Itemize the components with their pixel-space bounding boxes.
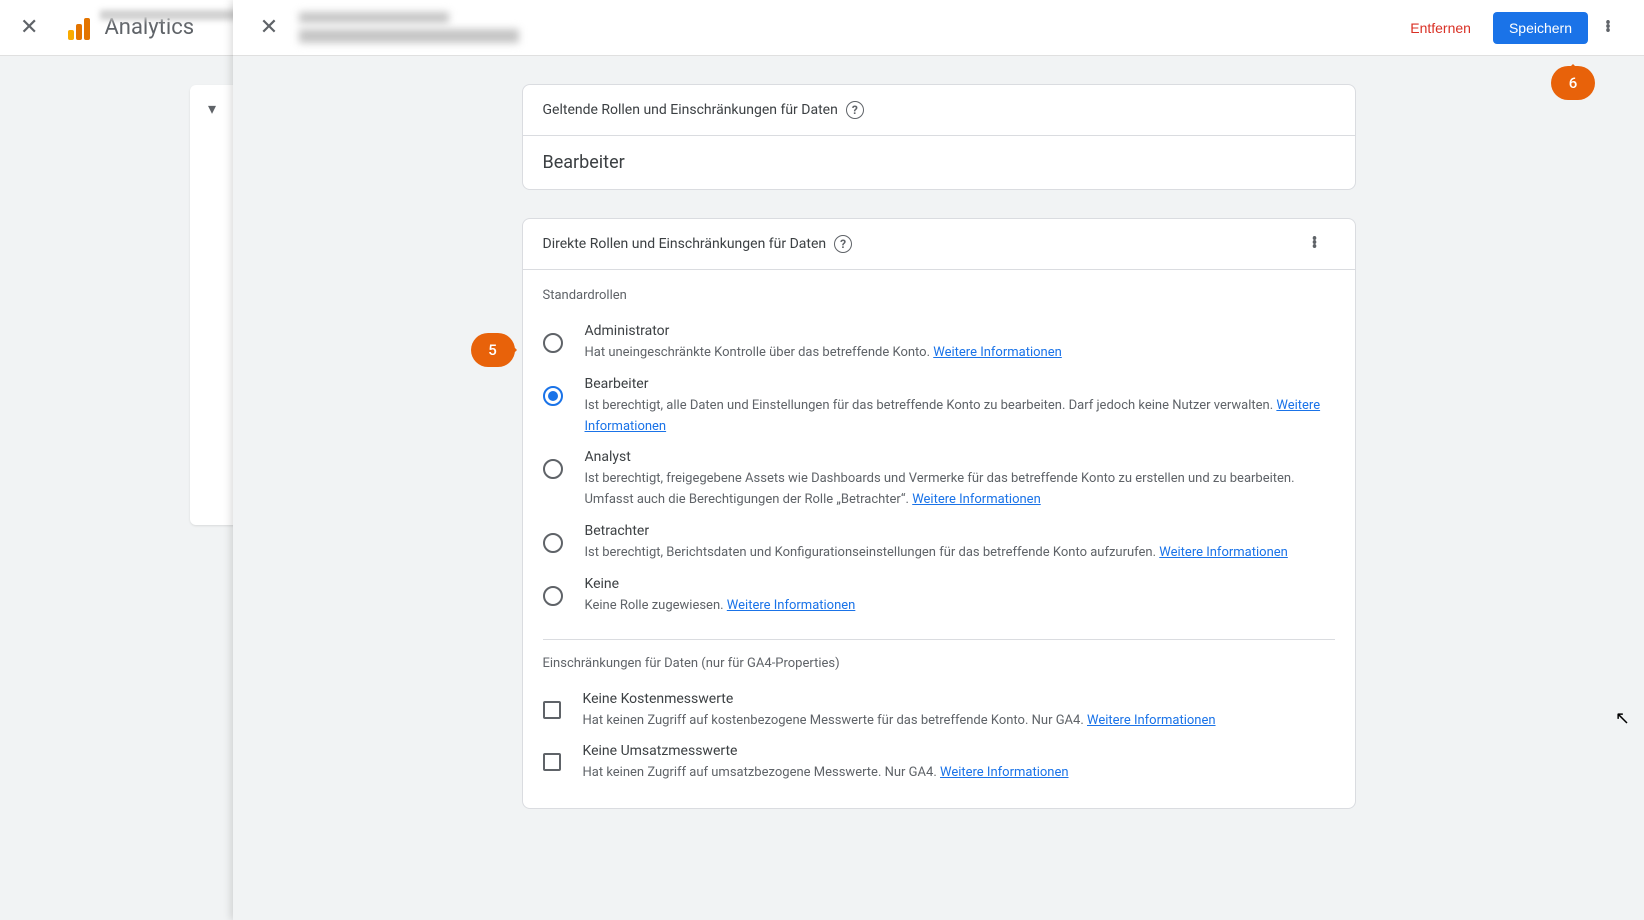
- close-icon[interactable]: ✕: [20, 15, 38, 40]
- help-icon[interactable]: ?: [846, 101, 864, 119]
- more-info-link[interactable]: Weitere Informationen: [912, 492, 1041, 507]
- role-name: Administrator: [585, 323, 1335, 339]
- direct-roles-title: Direkte Rollen und Einschränkungen für D…: [543, 236, 827, 252]
- role-desc: Hat uneingeschränkte Kontrolle über das …: [585, 343, 1335, 364]
- more-info-link[interactable]: Weitere Informationen: [1159, 545, 1288, 560]
- restriction-option-kosten[interactable]: Keine Kostenmesswerte Hat keinen Zugriff…: [543, 685, 1335, 738]
- radio-icon[interactable]: [543, 586, 563, 606]
- radio-icon[interactable]: [543, 459, 563, 479]
- divider: [543, 639, 1335, 640]
- callout-marker-6: 6: [1551, 66, 1595, 100]
- role-name: Betrachter: [585, 523, 1335, 539]
- more-info-link[interactable]: Weitere Informationen: [1087, 713, 1216, 728]
- role-desc: Ist berechtigt, Berichtsdaten und Konfig…: [585, 543, 1335, 564]
- role-name: Keine: [585, 576, 1335, 592]
- role-option-administrator[interactable]: Administrator Hat uneingeschränkte Kontr…: [543, 317, 1335, 370]
- more-info-link[interactable]: Weitere Informationen: [940, 765, 1069, 780]
- restriction-name: Keine Umsatzmesswerte: [583, 743, 1335, 759]
- standard-roles-label: Standardrollen: [543, 288, 1335, 303]
- blurred-title-area: [299, 12, 1396, 43]
- remove-button[interactable]: Entfernen: [1396, 12, 1485, 44]
- more-menu-icon[interactable]: •••: [1295, 238, 1335, 250]
- more-menu-icon[interactable]: •••: [1588, 22, 1628, 34]
- effective-role-value: Bearbeiter: [543, 152, 625, 173]
- role-name: Analyst: [585, 449, 1335, 465]
- restrictions-label: Einschränkungen für Daten (nur für GA4-P…: [543, 656, 1335, 671]
- direct-roles-card: Direkte Rollen und Einschränkungen für D…: [522, 218, 1356, 809]
- role-option-betrachter[interactable]: Betrachter Ist berechtigt, Berichtsdaten…: [543, 517, 1335, 570]
- close-icon[interactable]: ✕: [249, 15, 289, 40]
- role-desc: Ist berechtigt, freigegebene Assets wie …: [585, 469, 1335, 511]
- role-option-analyst[interactable]: Analyst Ist berechtigt, freigegebene Ass…: [543, 443, 1335, 517]
- role-option-keine[interactable]: Keine Keine Rolle zugewiesen. Weitere In…: [543, 570, 1335, 623]
- modal-header: ✕ Entfernen Speichern •••: [233, 0, 1644, 56]
- radio-icon[interactable]: [543, 333, 563, 353]
- checkbox-icon[interactable]: [543, 701, 561, 719]
- modal-body: Geltende Rollen und Einschränkungen für …: [233, 56, 1644, 920]
- restriction-option-umsatz[interactable]: Keine Umsatzmesswerte Hat keinen Zugriff…: [543, 737, 1335, 790]
- restriction-name: Keine Kostenmesswerte: [583, 691, 1335, 707]
- role-desc: Ist berechtigt, alle Daten und Einstellu…: [585, 396, 1335, 438]
- analytics-logo-icon: [68, 16, 92, 40]
- restriction-desc: Hat keinen Zugriff auf umsatzbezogene Me…: [583, 763, 1335, 784]
- more-info-link[interactable]: Weitere Informationen: [727, 598, 856, 613]
- role-option-bearbeiter[interactable]: Bearbeiter Ist berechtigt, alle Daten un…: [543, 370, 1335, 444]
- checkbox-icon[interactable]: [543, 753, 561, 771]
- role-name: Bearbeiter: [585, 376, 1335, 392]
- restriction-desc: Hat keinen Zugriff auf kostenbezogene Me…: [583, 711, 1335, 732]
- save-button[interactable]: Speichern: [1493, 12, 1588, 44]
- effective-roles-card: Geltende Rollen und Einschränkungen für …: [522, 84, 1356, 190]
- effective-roles-title: Geltende Rollen und Einschränkungen für …: [543, 102, 838, 118]
- callout-marker-5: 5: [471, 333, 515, 367]
- permissions-modal: ✕ Entfernen Speichern ••• Geltende Rolle…: [233, 0, 1644, 920]
- more-info-link[interactable]: Weitere Informationen: [933, 345, 1062, 360]
- role-desc: Keine Rolle zugewiesen. Weitere Informat…: [585, 596, 1335, 617]
- cursor-icon: ↖: [1615, 708, 1630, 729]
- radio-icon[interactable]: [543, 533, 563, 553]
- radio-icon[interactable]: [543, 386, 563, 406]
- help-icon[interactable]: ?: [834, 235, 852, 253]
